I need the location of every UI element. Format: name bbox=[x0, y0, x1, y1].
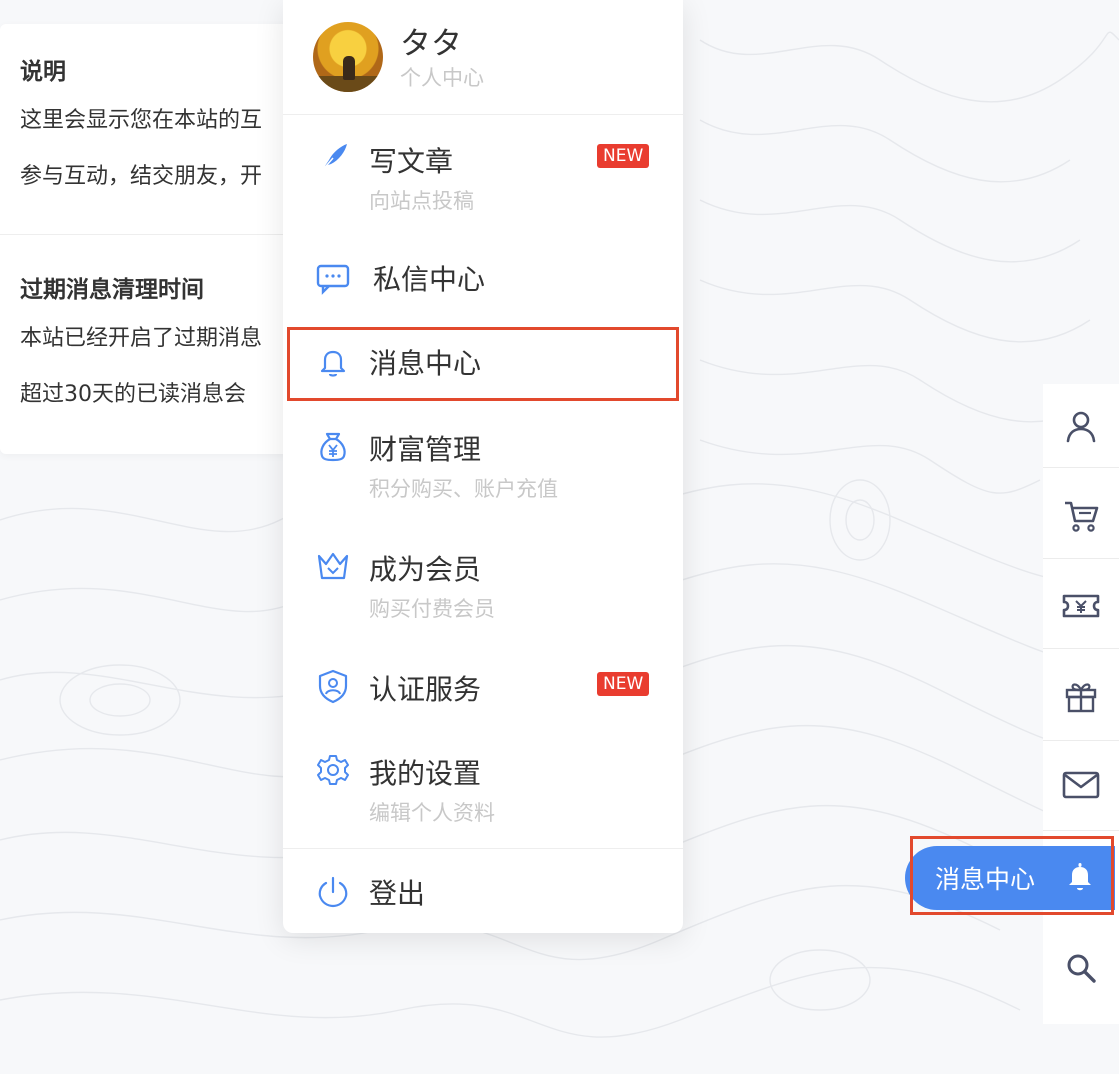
mail-icon bbox=[1061, 769, 1101, 801]
info-section-cleanup: 过期消息清理时间 本站已经开启了过期消息 超过30天的已读消息会 bbox=[0, 270, 282, 408]
menu-divider bbox=[283, 114, 683, 115]
menu-item-label: 私信中心 bbox=[373, 263, 486, 296]
sidebar-user-button[interactable] bbox=[1043, 386, 1119, 466]
money-bag-icon bbox=[315, 428, 351, 464]
chat-icon bbox=[315, 260, 351, 296]
menu-item-wealth[interactable]: 财富管理 积分购买、账户充值 bbox=[283, 428, 683, 508]
menu-item-label: 财富管理 bbox=[369, 433, 482, 466]
info-section-text: 参与互动，结交朋友，开 bbox=[20, 164, 263, 189]
shield-user-icon bbox=[315, 668, 351, 704]
menu-item-label: 写文章 bbox=[369, 145, 454, 178]
menu-item-logout[interactable]: 登出 bbox=[283, 870, 683, 916]
menu-item-subtitle: 向站点投稿 bbox=[369, 189, 474, 213]
new-badge: NEW bbox=[597, 144, 650, 168]
menu-item-verification[interactable]: 认证服务 NEW bbox=[283, 668, 683, 718]
menu-item-membership[interactable]: 成为会员 购买付费会员 bbox=[283, 548, 683, 628]
power-icon bbox=[315, 874, 351, 910]
sidebar-coupon-button[interactable] bbox=[1043, 566, 1119, 646]
info-section-text: 本站已经开启了过期消息 bbox=[20, 326, 263, 351]
gift-icon bbox=[1063, 678, 1099, 714]
menu-item-subtitle: 购买付费会员 bbox=[369, 597, 495, 621]
sidebar-divider bbox=[1043, 648, 1119, 649]
menu-item-write-article[interactable]: 写文章 NEW 向站点投稿 bbox=[283, 140, 683, 220]
sidebar-search-button[interactable] bbox=[1043, 928, 1119, 1008]
menu-divider bbox=[283, 848, 683, 849]
menu-item-settings[interactable]: 我的设置 编辑个人资料 bbox=[283, 752, 683, 832]
feather-icon bbox=[315, 140, 351, 176]
menu-item-private-messages[interactable]: 私信中心 bbox=[283, 256, 683, 306]
sidebar-cart-button[interactable] bbox=[1043, 476, 1119, 556]
info-section-title: 说明 bbox=[20, 59, 66, 85]
user-dropdown-menu: タタ 个人中心 写文章 NEW 向站点投稿 私信中心 消息中心 财富管理 积分购… bbox=[283, 0, 683, 933]
new-badge: NEW bbox=[597, 672, 650, 696]
sidebar-divider bbox=[1043, 830, 1119, 831]
user-icon bbox=[1063, 408, 1099, 444]
menu-item-label: 我的设置 bbox=[369, 757, 482, 790]
info-section-text: 这里会显示您在本站的互 bbox=[20, 108, 263, 133]
user-center-link[interactable]: 个人中心 bbox=[400, 62, 484, 92]
gear-icon bbox=[315, 752, 351, 788]
menu-item-label: 认证服务 bbox=[369, 673, 482, 706]
menu-item-label: 成为会员 bbox=[369, 553, 482, 586]
info-card: 说明 这里会显示您在本站的互 参与互动，结交朋友，开 过期消息清理时间 本站已经… bbox=[0, 24, 300, 454]
sidebar-divider bbox=[1043, 467, 1119, 468]
sidebar-gift-button[interactable] bbox=[1043, 656, 1119, 736]
crown-icon bbox=[315, 548, 351, 584]
sidebar-highlight-box bbox=[910, 836, 1114, 915]
ticket-icon bbox=[1061, 589, 1101, 623]
info-section-description: 说明 这里会显示您在本站的互 参与互动，结交朋友，开 bbox=[0, 52, 282, 190]
search-icon bbox=[1064, 951, 1098, 985]
info-section-title: 过期消息清理时间 bbox=[20, 277, 204, 303]
sidebar-divider bbox=[1043, 558, 1119, 559]
sidebar-mail-button[interactable] bbox=[1043, 745, 1119, 825]
menu-item-subtitle: 编辑个人资料 bbox=[369, 801, 495, 825]
cart-icon bbox=[1062, 498, 1100, 534]
user-name[interactable]: タタ bbox=[400, 18, 462, 63]
menu-highlight-box bbox=[287, 327, 679, 401]
sidebar-divider bbox=[1043, 740, 1119, 741]
avatar[interactable] bbox=[313, 22, 383, 92]
menu-item-label: 登出 bbox=[369, 877, 426, 910]
menu-item-subtitle: 积分购买、账户充值 bbox=[369, 477, 558, 501]
info-divider bbox=[0, 234, 300, 235]
info-section-text: 超过30天的已读消息会 bbox=[20, 382, 246, 407]
